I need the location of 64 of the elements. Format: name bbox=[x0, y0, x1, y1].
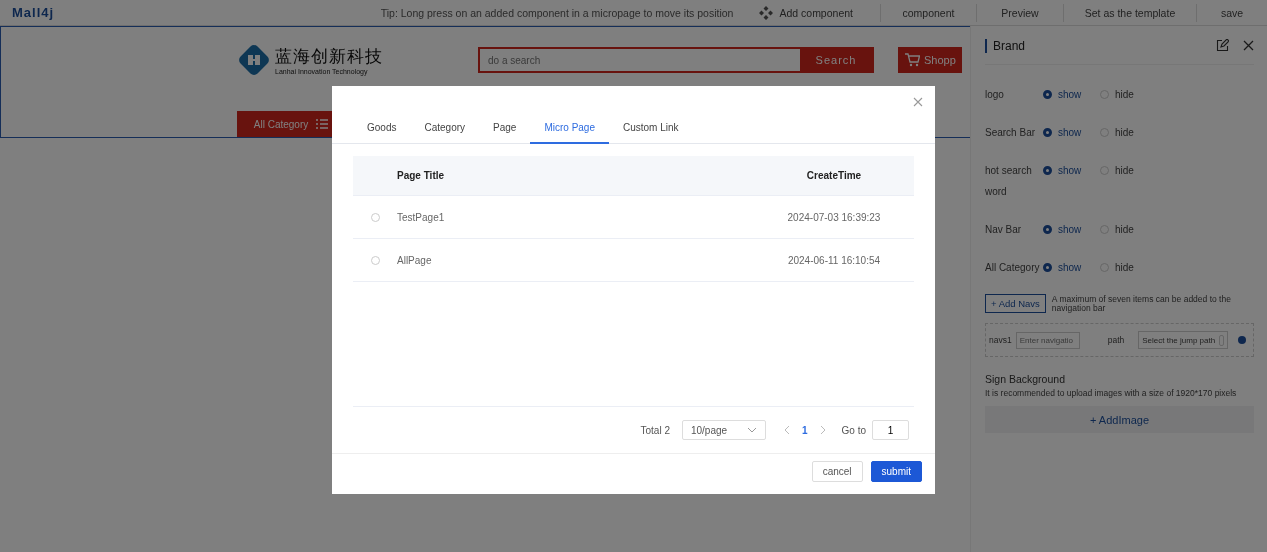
list-icon bbox=[316, 119, 329, 129]
goto-label: Go to bbox=[841, 424, 866, 436]
next-page-icon[interactable] bbox=[819, 425, 826, 435]
cart-icon bbox=[904, 53, 920, 67]
upload-hint: It is recommended to upload images with a size of 1920*170 pixels bbox=[985, 389, 1238, 398]
goto-page-field[interactable]: 1 bbox=[872, 420, 909, 440]
toolbar-button[interactable]: Preview bbox=[977, 6, 1063, 19]
toolbar-button[interactable]: component bbox=[881, 6, 976, 19]
radio-option[interactable]: show bbox=[1043, 122, 1100, 143]
add-image-button[interactable]: + AddImage bbox=[985, 406, 1254, 433]
search-field[interactable]: do a search Search bbox=[478, 47, 874, 73]
dialog-button[interactable]: submit bbox=[870, 461, 922, 482]
add-component-button[interactable]: Add component bbox=[759, 5, 853, 20]
toolbar-button[interactable]: save bbox=[1197, 6, 1267, 19]
option-label: hot search word bbox=[985, 164, 1033, 199]
option-label: All Category bbox=[985, 261, 1041, 275]
dialog-tab[interactable]: Goods bbox=[353, 117, 411, 144]
option-label: Search Bar bbox=[985, 126, 1037, 140]
radio-option[interactable]: hide bbox=[1100, 122, 1157, 143]
option-label: Nav Bar bbox=[985, 223, 1023, 237]
table-cell-text: TestPage1 bbox=[397, 211, 446, 223]
total-count: Total 2 bbox=[640, 424, 670, 436]
page-number[interactable]: 1 bbox=[801, 424, 808, 436]
dialog-tab[interactable]: Custom Link bbox=[609, 117, 693, 144]
radio-option[interactable]: hide bbox=[1100, 84, 1157, 105]
toolbar-button[interactable]: Set as the template bbox=[1064, 6, 1196, 19]
path-label: path bbox=[1107, 335, 1125, 345]
page-size-select[interactable]: 10/page bbox=[681, 420, 766, 440]
add-navs-button[interactable]: + Add Navs bbox=[985, 294, 1046, 313]
prev-page-icon[interactable] bbox=[783, 425, 790, 435]
shopping-cart-button[interactable]: Shopp bbox=[898, 47, 962, 73]
table-cell-text: 2024-06-11 16:10:54 bbox=[786, 254, 882, 266]
nav-label: navs1 bbox=[989, 335, 1012, 345]
section-title: Sign Background bbox=[985, 373, 1066, 385]
tip-text: Tip: Long press on an added component in a micropage to move its position bbox=[380, 6, 734, 19]
column-header: CreateTime bbox=[805, 170, 863, 181]
radio-option[interactable]: hide bbox=[1100, 160, 1157, 181]
app-logo: Mall4j bbox=[12, 5, 55, 20]
search-button[interactable]: Search bbox=[800, 49, 872, 71]
panel-title: Brand bbox=[985, 38, 1202, 53]
table-cell-text: AllPage bbox=[397, 254, 433, 266]
option-label: logo bbox=[985, 88, 1005, 102]
jump-path-select[interactable]: Select the jump path bbox=[1138, 331, 1229, 349]
brand-name: 蓝海创新科技 bbox=[275, 46, 383, 68]
close-icon[interactable] bbox=[913, 97, 923, 107]
dialog-tab[interactable]: Page bbox=[479, 117, 531, 144]
column-header: Page Title bbox=[397, 170, 446, 181]
dialog-button[interactable]: cancel bbox=[811, 461, 863, 482]
edit-icon[interactable] bbox=[1216, 39, 1229, 52]
radio-option[interactable]: show bbox=[1043, 257, 1100, 278]
diamonds-icon bbox=[759, 5, 774, 20]
radio-option[interactable]: show bbox=[1043, 219, 1100, 240]
add-navs-hint: A maximum of seven items can be added to the navigation bar bbox=[1051, 294, 1232, 313]
radio-option[interactable]: hide bbox=[1100, 219, 1157, 240]
chevron-down-icon bbox=[746, 427, 757, 433]
nav-name-field[interactable]: Enter navigatio bbox=[1015, 331, 1080, 349]
dialog-tab[interactable]: Micro Page bbox=[530, 117, 609, 144]
radio-option[interactable]: hide bbox=[1100, 257, 1157, 278]
radio-option[interactable]: show bbox=[1043, 84, 1100, 105]
remove-icon[interactable] bbox=[1238, 336, 1246, 344]
table-cell-text: 2024-07-03 16:39:23 bbox=[786, 211, 882, 223]
dialog-tab[interactable]: Category bbox=[410, 117, 480, 144]
radio-option[interactable]: show bbox=[1043, 160, 1100, 181]
close-icon[interactable] bbox=[1243, 40, 1254, 51]
